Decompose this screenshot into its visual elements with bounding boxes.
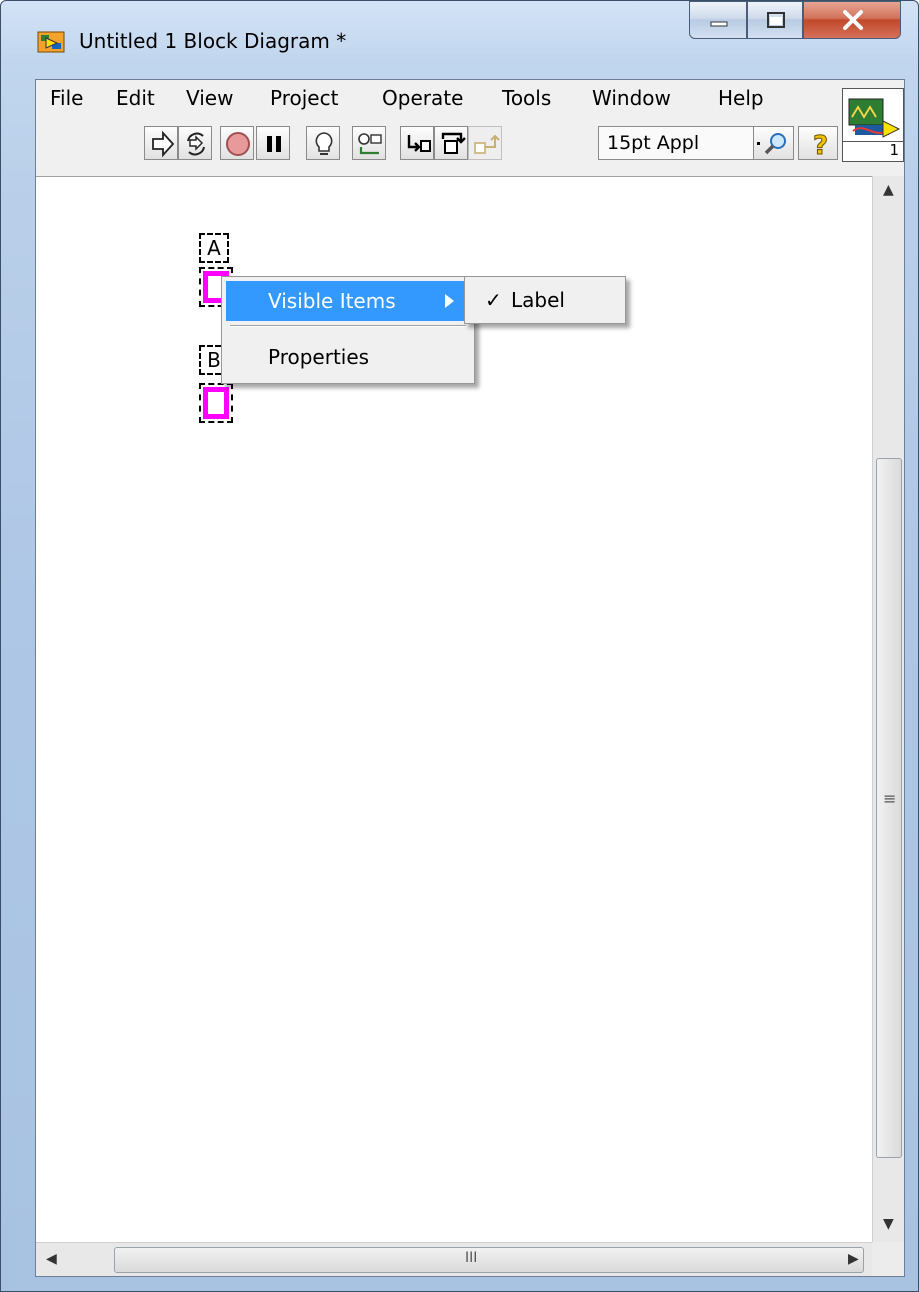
- run-arrow-icon: [152, 130, 175, 158]
- menu-bar: File Edit View Project Operate Tools Win…: [36, 80, 836, 116]
- menu-help[interactable]: Help: [718, 84, 764, 112]
- highlight-execution-button[interactable]: [306, 126, 340, 160]
- svg-text:?: ?: [813, 131, 828, 161]
- step-over-icon: [441, 132, 466, 154]
- menu-operate[interactable]: Operate: [382, 84, 463, 112]
- run-button[interactable]: [144, 126, 178, 160]
- checkmark-icon: ✓: [485, 288, 502, 312]
- submenu-arrow-icon: [445, 294, 454, 308]
- run-continuously-button[interactable]: [178, 126, 212, 160]
- highlight-execution-icon: [315, 132, 333, 155]
- step-into-icon: [407, 135, 431, 152]
- toolbar: 15pt Appl ?: [36, 118, 838, 166]
- search-button[interactable]: [754, 126, 794, 160]
- scroll-up-icon[interactable]: ▲: [883, 182, 894, 198]
- retain-wire-values-button[interactable]: [352, 126, 386, 160]
- abort-icon: [226, 132, 250, 156]
- close-button[interactable]: [803, 1, 901, 39]
- abort-button[interactable]: [220, 126, 254, 160]
- menu-item-visible-items[interactable]: Visible Items: [226, 281, 470, 321]
- menu-tools[interactable]: Tools: [502, 84, 551, 112]
- step-out-button[interactable]: [468, 126, 502, 160]
- scroll-left-icon[interactable]: ◀: [46, 1251, 57, 1267]
- horizontal-scroll-thumb[interactable]: III: [114, 1247, 864, 1273]
- hscroll-grip-icon: III: [465, 1250, 478, 1266]
- context-help-icon: ?: [813, 131, 829, 162]
- control-b-indicator: [203, 387, 229, 419]
- block-diagram-window: Untitled 1 Block Diagram * File Edit Vie…: [0, 0, 919, 1292]
- step-out-icon: [474, 134, 500, 154]
- labview-block-diagram-icon: [37, 31, 65, 53]
- control-b-terminal[interactable]: [199, 383, 233, 423]
- vertical-scroll-thumb[interactable]: ≡: [876, 458, 902, 1158]
- menu-item-properties[interactable]: Properties: [226, 337, 470, 377]
- size-grip-icon[interactable]: [872, 1242, 904, 1276]
- label-item-text: Label: [511, 288, 565, 312]
- menu-view[interactable]: View: [186, 84, 233, 112]
- step-over-button[interactable]: [434, 126, 468, 160]
- scroll-down-icon[interactable]: ▼: [883, 1216, 894, 1232]
- title-bar[interactable]: Untitled 1 Block Diagram *: [1, 1, 919, 79]
- vi-icon[interactable]: 1: [842, 88, 904, 162]
- menu-separator: [230, 325, 466, 327]
- visible-items-submenu: ✓ Label: [464, 276, 626, 324]
- horizontal-scrollbar[interactable]: ◀ III ▶: [36, 1242, 872, 1276]
- menu-project[interactable]: Project: [270, 84, 338, 112]
- menu-item-label[interactable]: ✓ Label: [469, 281, 621, 319]
- menu-edit[interactable]: Edit: [116, 84, 155, 112]
- client-area: File Edit View Project Operate Tools Win…: [35, 79, 905, 1277]
- vscroll-grip-icon: ≡: [883, 789, 897, 808]
- vertical-scrollbar[interactable]: ▲ ≡ ▼: [872, 176, 904, 1242]
- menu-file[interactable]: File: [50, 84, 83, 112]
- run-continuously-icon: [187, 132, 205, 156]
- maximize-icon: [767, 12, 785, 28]
- caption-buttons: [689, 1, 903, 41]
- text-settings-dropdown[interactable]: 15pt Appl: [598, 126, 754, 160]
- minimize-button[interactable]: [689, 1, 747, 39]
- control-a-label[interactable]: A: [199, 233, 229, 263]
- pause-icon: [267, 136, 281, 152]
- maximize-button[interactable]: [747, 1, 803, 39]
- context-menu: Visible Items Properties: [221, 276, 475, 384]
- pause-button[interactable]: [256, 126, 290, 160]
- menu-window[interactable]: Window: [592, 84, 671, 112]
- window-title: Untitled 1 Block Diagram *: [79, 29, 347, 53]
- search-icon: [757, 133, 786, 155]
- close-icon: [843, 10, 863, 30]
- vi-icon-number: 1: [889, 141, 899, 159]
- step-into-button[interactable]: [400, 126, 434, 160]
- retain-wire-values-icon: [358, 133, 382, 155]
- minimize-icon: [710, 21, 728, 27]
- visible-items-label: Visible Items: [268, 289, 396, 313]
- context-help-button[interactable]: ?: [798, 126, 838, 162]
- scroll-right-icon[interactable]: ▶: [848, 1251, 859, 1267]
